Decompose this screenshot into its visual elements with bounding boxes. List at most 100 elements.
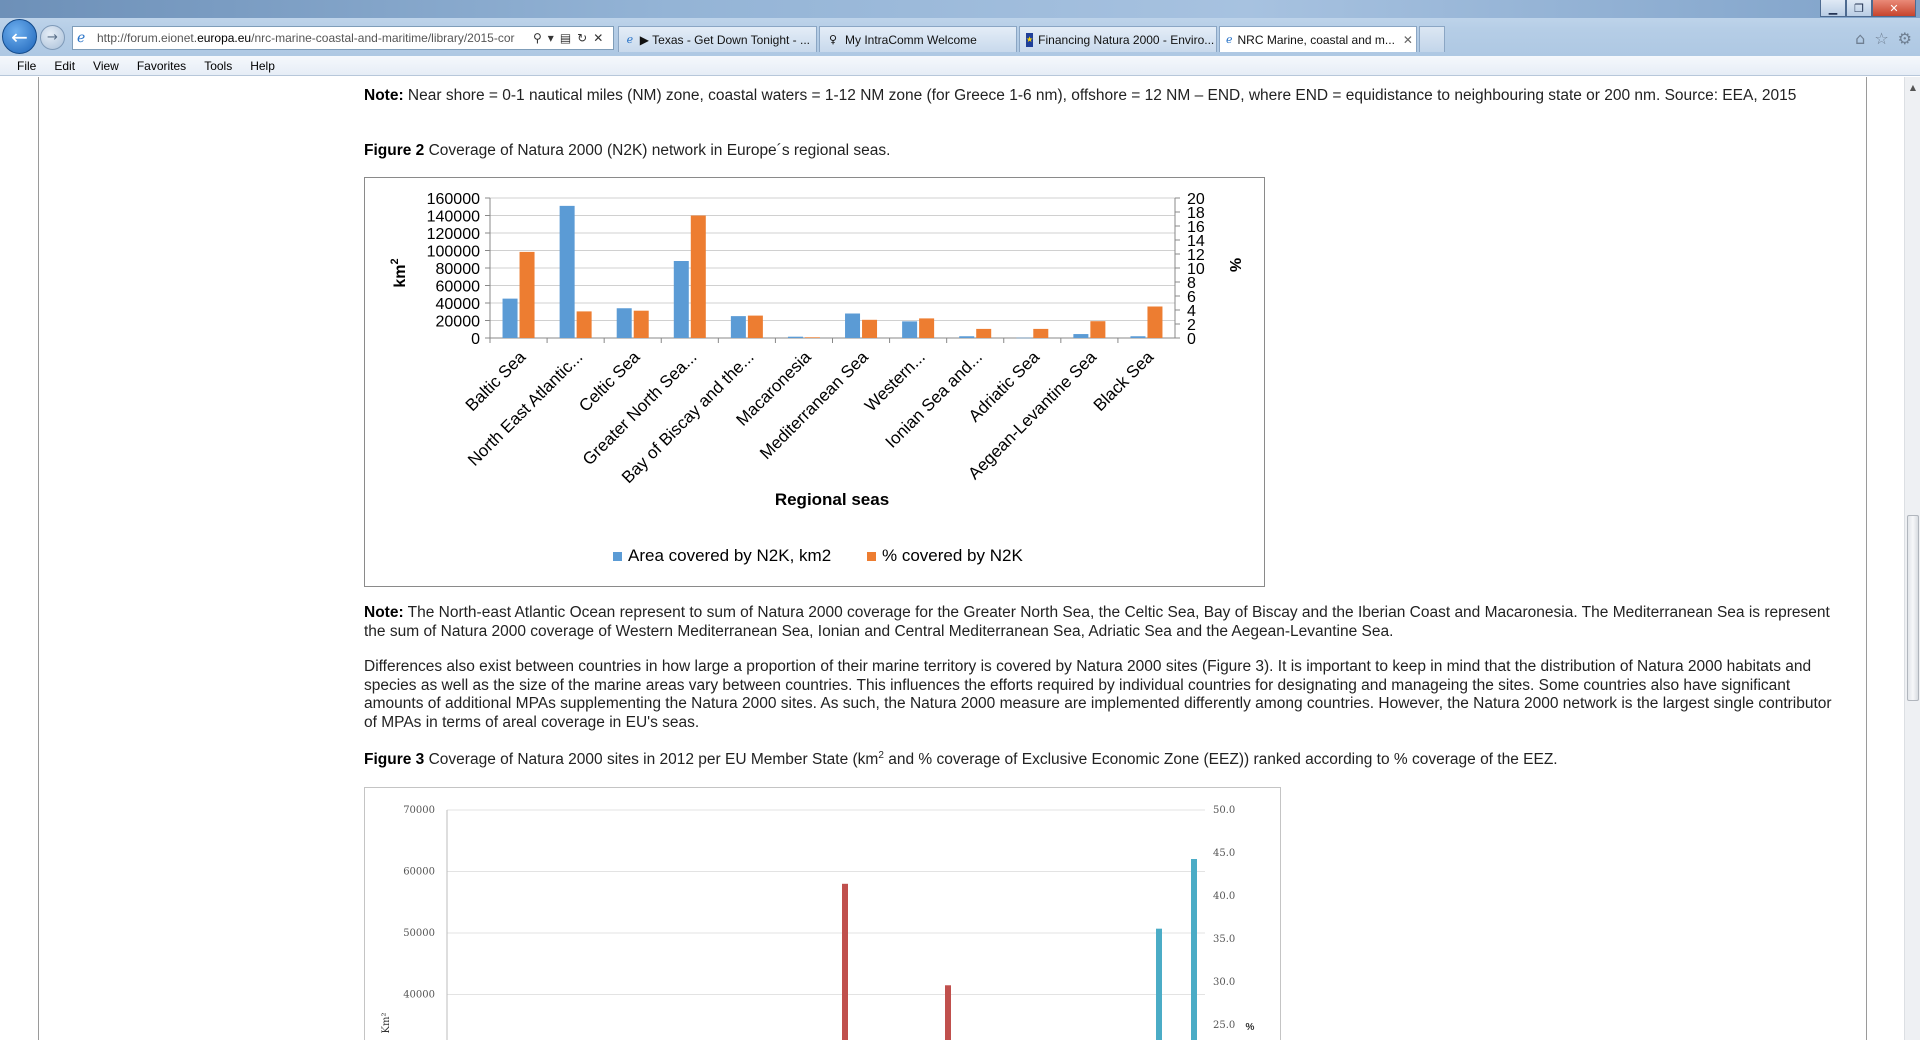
bar-area-9	[1016, 337, 1032, 339]
x-tick-label: Ionian Sea and...	[882, 347, 986, 451]
address-bar[interactable]: ℯ http://forum.eionet.europa.eu/nrc-mari…	[72, 26, 614, 50]
menu-help[interactable]: Help	[241, 59, 284, 73]
y2-axis-label: %	[1226, 258, 1243, 272]
ie-icon: ℯ	[1226, 33, 1233, 46]
y-tick-label: 20000	[436, 314, 481, 331]
bar-area-10	[1073, 334, 1089, 338]
bar-area-2	[616, 308, 632, 338]
arrow-left-icon: ←	[11, 24, 28, 49]
y-tick-label: 70000	[403, 805, 435, 816]
legend-label-percent: % covered by N2K	[882, 546, 1023, 565]
bar-km2-1	[945, 985, 951, 1040]
figure-3-caption: Figure 3 Coverage of Natura 2000 sites i…	[364, 749, 1558, 768]
bar-percent-1	[576, 311, 592, 338]
browser-chrome: ▁ ❐ ✕ ← → ℯ http://forum.eionet.europa.e…	[0, 0, 1920, 56]
close-tab-icon[interactable]: ✕	[1403, 33, 1413, 47]
y-tick-label: 80000	[436, 261, 481, 278]
y-tick-label: 50000	[403, 928, 435, 939]
favorites-star-icon[interactable]: ☆	[1874, 29, 1888, 48]
home-icon[interactable]: ⌂	[1855, 29, 1865, 48]
y-tick-label: 40000	[436, 296, 481, 313]
bar-area-11	[1130, 336, 1146, 338]
tab-texas[interactable]: ℯ ▶ Texas - Get Down Tonight - ...	[618, 26, 817, 52]
tab-financing-natura[interactable]: ★ Financing Natura 2000 - Enviro...	[1019, 26, 1217, 52]
y2-tick-label: 50.0	[1213, 805, 1235, 816]
eu-flag-icon: ★	[1026, 32, 1034, 47]
tab-nrc-marine[interactable]: ℯ NRC Marine, coastal and m... ✕	[1219, 26, 1417, 52]
figure-2-caption: Figure 2 Coverage of Natura 2000 (N2K) n…	[364, 142, 891, 159]
browser-tools: ⌂ ☆ ⚙	[1855, 29, 1912, 48]
window-title-bar	[0, 0, 1920, 18]
back-button[interactable]: ←	[2, 19, 37, 54]
bar-percent-0	[519, 251, 535, 338]
forward-button[interactable]: →	[40, 25, 65, 50]
chart-2-svg: 1600001400001200001000008000060000400002…	[389, 191, 1243, 565]
bar-percent-10	[1090, 321, 1106, 338]
compat-view-icon[interactable]: ▤	[560, 31, 571, 45]
y-axis-label: Km²	[381, 1013, 392, 1034]
legend-swatch-area	[613, 552, 622, 561]
y-tick-label: 140000	[427, 209, 480, 226]
bar-area-7	[902, 321, 918, 338]
menu-edit[interactable]: Edit	[45, 59, 84, 73]
bar-%-3	[1191, 859, 1197, 1040]
y-tick-label: 40000	[403, 990, 435, 1001]
x-tick-label: Black Sea	[1090, 347, 1158, 415]
y2-tick-label: 40.0	[1213, 891, 1235, 902]
ie-icon: ℯ	[77, 30, 86, 46]
stop-icon[interactable]: ✕	[593, 31, 603, 45]
bar-percent-3	[690, 215, 706, 338]
bar-percent-6	[862, 319, 878, 338]
chart-3-svg: 70000 60000 50000 40000 50.0 45.0 40.0 35.0 30.0…	[381, 805, 1255, 1040]
address-url[interactable]: http://forum.eionet.europa.eu/nrc-marine…	[97, 31, 527, 45]
legend-swatch-percent	[867, 552, 876, 561]
gear-icon[interactable]: ⚙	[1898, 29, 1912, 48]
y2-tick-label: 0	[1187, 331, 1196, 348]
tab-strip: ℯ ▶ Texas - Get Down Tonight - ... ♀ My …	[618, 26, 1445, 52]
y-tick-label: 60000	[403, 867, 435, 878]
tab-intracomm[interactable]: ♀ My IntraComm Welcome	[819, 26, 1017, 52]
menu-file[interactable]: File	[8, 59, 45, 73]
menu-bar: File Edit View Favorites Tools Help	[0, 56, 1920, 76]
paragraph-differences: Differences also exist between countries…	[364, 658, 1832, 731]
y-axis-label: km2	[389, 258, 409, 287]
bar-area-0	[502, 298, 518, 338]
bar-km2-0	[842, 883, 848, 1040]
note-2: Note: The North-east Atlantic Ocean repr…	[364, 604, 1830, 640]
x-tick-label: North East Atlantic...	[464, 347, 586, 469]
minimize-button[interactable]: ▁	[1820, 0, 1846, 17]
y-tick-label: 160000	[427, 191, 480, 208]
y-tick-label: 60000	[436, 279, 481, 296]
restore-button[interactable]: ❐	[1846, 0, 1872, 17]
dropdown-arrow-icon[interactable]: ▾	[548, 31, 554, 45]
scroll-up-icon[interactable]: ▲	[1905, 79, 1920, 95]
note-1: Note: Near shore = 0-1 nautical miles (N…	[364, 87, 1797, 104]
ie-icon: ℯ	[626, 33, 634, 46]
search-icon[interactable]: ⚲	[533, 31, 542, 45]
menu-favorites[interactable]: Favorites	[128, 59, 195, 73]
bar-%-2	[1156, 928, 1162, 1040]
x-tick-label: Mediterranean Sea	[756, 347, 872, 463]
figure-3-chart: 70000 60000 50000 40000 50.0 45.0 40.0 35.0 30.0…	[364, 787, 1281, 1040]
bar-percent-5	[804, 337, 820, 338]
bar-percent-11	[1147, 306, 1163, 338]
page-viewport: Note: Near shore = 0-1 nautical miles (N…	[0, 77, 1920, 1040]
bar-percent-2	[633, 310, 649, 338]
refresh-icon[interactable]: ↻	[577, 31, 587, 45]
menu-tools[interactable]: Tools	[195, 59, 241, 73]
figure-2-chart: 160000 140000 120000 100000 80000 60000 40000 2…	[364, 177, 1265, 587]
arrow-right-icon: →	[47, 30, 58, 45]
bar-area-6	[845, 313, 861, 338]
close-window-button[interactable]: ✕	[1872, 0, 1916, 17]
bar-area-5	[787, 336, 803, 338]
menu-view[interactable]: View	[84, 59, 128, 73]
bar-percent-4	[747, 315, 763, 338]
y2-axis-label: %	[1246, 1022, 1255, 1033]
vertical-scrollbar[interactable]: ▲	[1904, 77, 1920, 1040]
scroll-thumb[interactable]	[1907, 515, 1919, 701]
new-tab-button[interactable]	[1419, 26, 1445, 52]
y2-tick-label: 30.0	[1213, 977, 1235, 988]
y-axis-label-sup: 2	[389, 258, 401, 264]
y-tick-label: 120000	[427, 226, 480, 243]
bar-area-1	[559, 205, 575, 338]
